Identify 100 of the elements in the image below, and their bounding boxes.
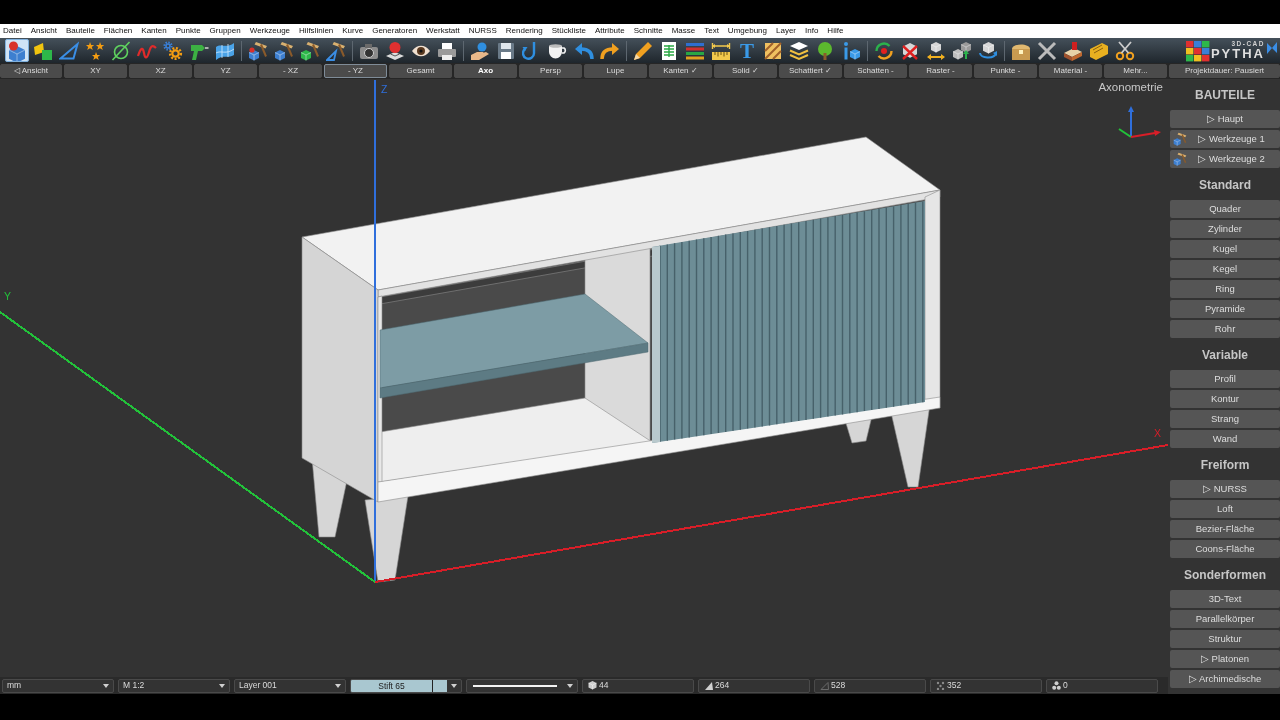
printer-icon [437,40,457,61]
view-button[interactable]: Schatten - [844,64,907,78]
panel-button[interactable]: Ring [1170,280,1280,298]
line-style-dropdown[interactable] [466,678,578,693]
view-button[interactable]: Projektdauer: Pausiert [1169,64,1280,78]
view-button[interactable]: Axo [454,64,517,78]
menu-item[interactable]: Masse [671,24,696,38]
menu-item[interactable]: Flächen [103,24,133,38]
view-button[interactable]: Solid ✓ [714,64,777,78]
view-button[interactable]: Gesamt [389,64,452,78]
view-button[interactable]: Mehr... [1104,64,1167,78]
dropdown[interactable]: Layer 001 [234,678,346,693]
view-button[interactable]: - YZ [324,64,387,78]
view-button[interactable]: Schattiert ✓ [779,64,842,78]
scissors-icon [1115,40,1135,61]
panel-button[interactable]: Zylinder [1170,220,1280,238]
text-tool-button[interactable]: T [735,39,759,62]
menu-item[interactable]: Werkzeuge [249,24,291,38]
menu-item[interactable]: Schnitte [633,24,663,38]
hammer-cube-icon [1173,152,1187,166]
tool-button[interactable] [1113,39,1137,62]
panel-button[interactable]: Kugel [1170,240,1280,258]
panel-button[interactable]: 3D-Text [1170,590,1280,608]
view-button[interactable]: YZ [194,64,257,78]
menu-item[interactable]: Rendering [505,24,543,38]
tool-button[interactable] [246,39,270,62]
menu-item[interactable]: Attribute [594,24,625,38]
menu-item[interactable]: Bauteile [65,24,95,38]
view-button[interactable]: XY [64,64,127,78]
panel-button[interactable]: ▷ NURSS [1170,480,1280,498]
dots-icon [936,681,945,690]
tool-button[interactable] [976,39,1000,62]
menu-item[interactable]: Generatoren [372,24,418,38]
menu-item[interactable]: NURSS [468,24,497,38]
triangle-outline-icon [820,681,829,690]
tool-button[interactable] [787,39,811,62]
menu-item[interactable]: Layer [776,24,796,38]
tool-button[interactable] [950,39,974,62]
stars-icon [85,40,105,61]
menu-item[interactable]: Umgebung [727,24,767,38]
view-button[interactable]: Raster - [909,64,972,78]
dropdown[interactable]: mm [2,678,114,693]
logo-blocks-icon [1185,39,1210,62]
panel-button[interactable]: Parallelkörper [1170,610,1280,628]
view-button[interactable]: XZ [129,64,192,78]
view-button[interactable]: Lupe [584,64,647,78]
tool-button[interactable] [1035,39,1059,62]
view-button[interactable]: Punkte - [974,64,1037,78]
view-button[interactable]: - XZ [259,64,322,78]
section-heading: Variable [1201,347,1249,364]
view-button[interactable]: ◁ Ansicht [0,64,62,78]
menu-item[interactable]: Ansicht [30,24,57,38]
menu-item[interactable]: Kanten [141,24,167,38]
view-button[interactable]: Persp [519,64,582,78]
panel-button[interactable]: ▷ Werkzeuge 2 [1170,150,1280,168]
menu-item[interactable]: Werkstatt [426,24,460,38]
view-button[interactable]: Kanten ✓ [649,64,712,78]
panel-button[interactable]: Profil [1170,370,1280,388]
panel-button[interactable]: ▷ Archimedische [1170,670,1280,688]
dropdown[interactable]: M 1:2 [118,678,230,693]
panel-button[interactable]: Strang [1170,410,1280,428]
panel-button[interactable]: Rohr [1170,320,1280,338]
tool-button[interactable] [109,39,133,62]
tool-button[interactable] [631,39,655,62]
menu-item[interactable]: Datei [3,24,22,38]
tool-button[interactable] [272,39,296,62]
axis-label: Z [381,83,388,95]
menu-item[interactable]: Hilfslinien [299,24,334,38]
spreadsheet-icon [659,40,679,61]
panel-button[interactable]: Wand [1170,430,1280,448]
hammer-cube-icon [274,40,294,61]
stamp-icon [1063,40,1083,61]
view-button[interactable]: Material - [1039,64,1102,78]
menu-item[interactable]: Punkte [175,24,201,38]
tool-button[interactable] [161,39,185,62]
panel-button[interactable]: Struktur [1170,630,1280,648]
menu-item[interactable]: Stückliste [551,24,586,38]
panel-button[interactable]: ▷ Haupt [1170,110,1280,128]
panel-button[interactable]: Pyramide [1170,300,1280,318]
tool-button[interactable] [872,39,896,62]
panel-button[interactable]: Quader [1170,200,1280,218]
panel-button[interactable]: Kegel [1170,260,1280,278]
gears-icon [163,40,183,61]
panel-button[interactable]: Loft [1170,500,1280,518]
tool-button[interactable] [298,39,322,62]
panel-button[interactable]: ▷ Platonen [1170,650,1280,668]
menu-item[interactable]: Info [805,24,819,38]
panel-button[interactable]: Coons-Fläche [1170,540,1280,558]
panel-button[interactable]: ▷ Werkzeuge 1 [1170,130,1280,148]
layers-icon [789,40,809,61]
panel-button[interactable]: Kontur [1170,390,1280,408]
panel-button[interactable]: Bezier-Fläche [1170,520,1280,538]
tool-button[interactable] [324,39,348,62]
section-heading: BAUTEILE [1194,87,1256,104]
menu-item[interactable]: Hilfe [827,24,844,38]
tool-button[interactable] [1061,39,1085,62]
menu-item[interactable]: Gruppen [209,24,241,38]
pen-dropdown[interactable]: Stift 65 [350,678,462,693]
menu-item[interactable]: Text [704,24,719,38]
menu-item[interactable]: Kurve [342,24,364,38]
